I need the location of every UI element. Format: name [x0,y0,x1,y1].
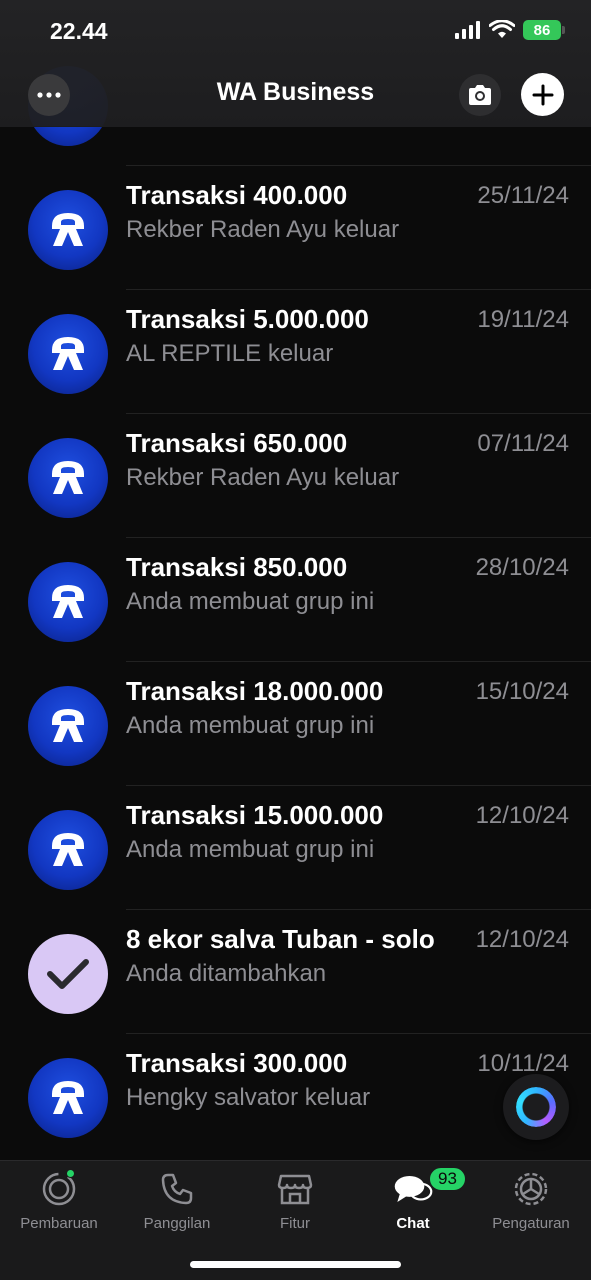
rekber-logo-icon [52,833,84,866]
group-avatar [28,686,108,766]
tab-updates[interactable]: Pembaruan [0,1169,118,1239]
store-icon [275,1169,315,1209]
tab-label: Pembaruan [20,1215,98,1232]
chat-name: Transaksi 15.000.000 [126,800,384,830]
chat-date: 25/11/24 [477,182,569,209]
chat-date: 12/10/24 [475,802,569,829]
meta-ai-button[interactable] [503,1074,569,1140]
chat-row[interactable]: Transaksi 300.000 10/11/24 Hengky salvat… [0,1034,591,1158]
group-avatar [28,438,108,518]
chat-preview: Anda membuat grup ini [126,712,375,739]
tab-label: Panggilan [143,1215,211,1232]
status-icons: 86 [455,20,565,40]
tab-label: Pengaturan [492,1215,570,1232]
chat-date: 15/10/24 [475,678,569,705]
page-title: WA Business [216,78,375,106]
rekber-logo-icon [52,213,84,246]
group-avatar [28,190,108,270]
chat-row[interactable]: Transaksi 18.000.000 15/10/24 Anda membu… [0,662,591,786]
chat-row[interactable]: Transaksi 400.000 25/11/24 Rekber Raden … [0,166,591,290]
chat-preview: Anda membuat grup ini [126,588,375,615]
chat-name: Transaksi 400.000 [126,180,348,210]
chat-list: Transaksi 400.000 25/11/24 Rekber Raden … [0,42,591,1158]
checkmark-icon [47,959,89,989]
tab-settings[interactable]: Pengaturan [472,1169,590,1239]
status-time: 22.44 [50,18,108,44]
chat-name: Transaksi 5.000.000 [126,304,369,334]
chat-date: 28/10/24 [475,554,569,581]
signal-icon [455,21,480,39]
chat-preview: Rekber Raden Ayu keluar [126,216,400,243]
chat-preview: Rekber Raden Ayu keluar [126,464,400,491]
chat-preview: Hengky salvator keluar [126,1084,371,1111]
plus-icon [532,84,553,105]
updates-dot [66,1169,75,1178]
top-bar: 22.44 86 WA Business [0,0,591,127]
chat-date: 12/10/24 [475,926,569,953]
chat-name: 8 ekor salva Tuban - solo [126,924,435,954]
chat-preview: Anda ditambahkan [126,960,327,987]
chat-icon [393,1169,433,1209]
rekber-logo-icon [52,585,84,618]
chat-row[interactable]: 8 ekor salva Tuban - solo 12/10/24 Anda … [0,910,591,1034]
chat-row[interactable]: Transaksi 650.000 07/11/24 Rekber Raden … [0,414,591,538]
chat-name: Transaksi 850.000 [126,552,348,582]
tab-calls[interactable]: Panggilan [118,1169,236,1239]
tab-tools[interactable]: Fitur [236,1169,354,1239]
group-avatar [28,810,108,890]
new-chat-button[interactable] [521,73,564,116]
group-avatar [28,934,108,1014]
gear-icon [511,1169,551,1209]
camera-button[interactable] [459,74,501,116]
chat-date: 19/11/24 [477,306,569,333]
camera-icon [469,85,491,105]
chat-unread-badge: 93 [428,1166,467,1192]
group-avatar [28,1058,108,1138]
tab-label: Chat [396,1215,430,1232]
chat-name: Transaksi 650.000 [126,428,348,458]
chat-name: Transaksi 300.000 [126,1048,348,1078]
chat-date: 07/11/24 [477,430,569,457]
phone-icon [157,1169,197,1209]
group-avatar [28,562,108,642]
group-avatar [28,314,108,394]
chat-date: 10/11/24 [477,1050,569,1077]
meta-ai-icon [516,1087,556,1127]
home-indicator[interactable] [190,1261,401,1268]
battery-icon: 86 [523,20,565,40]
chat-row[interactable]: Transaksi 5.000.000 19/11/24 AL REPTILE … [0,290,591,414]
wifi-icon [489,20,515,38]
rekber-logo-icon [52,709,84,742]
chat-row[interactable]: Transaksi 15.000.000 12/10/24 Anda membu… [0,786,591,910]
chat-row[interactable]: Transaksi 850.000 28/10/24 Anda membuat … [0,538,591,662]
updates-icon [39,1169,79,1209]
rekber-logo-icon [52,337,84,370]
tab-label: Fitur [280,1215,310,1232]
chat-preview: AL REPTILE keluar [126,340,334,367]
chat-preview: Anda membuat grup ini [126,836,375,863]
battery-level: 86 [533,21,551,39]
chat-name: Transaksi 18.000.000 [126,676,384,706]
rekber-logo-icon [52,1081,84,1114]
rekber-logo-icon [52,461,84,494]
